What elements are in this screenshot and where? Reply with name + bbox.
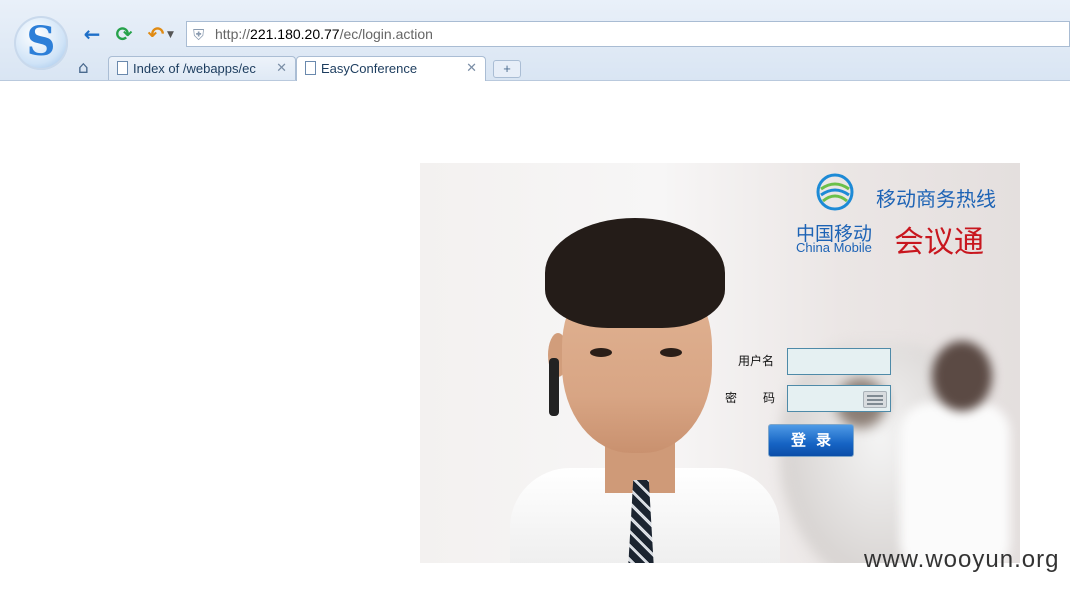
- chevron-down-icon[interactable]: ▼: [167, 30, 174, 40]
- login-button[interactable]: 登录: [768, 424, 854, 457]
- headset-icon: [549, 358, 559, 416]
- hotline-text: 移动商务热线: [876, 187, 996, 211]
- tab-index[interactable]: Index of /webapps/ec ✕: [108, 56, 296, 80]
- address-bar[interactable]: ⛨ http://221.180.20.77/ec/login.action: [186, 21, 1070, 47]
- url-path: /ec/login.action: [339, 26, 433, 42]
- page-icon: [117, 61, 128, 75]
- background-figure: [932, 341, 992, 411]
- photo-eye: [590, 348, 612, 357]
- keyboard-icon[interactable]: [863, 391, 887, 408]
- shield-icon: ⛨: [193, 26, 205, 44]
- url-scheme: http://: [215, 26, 251, 42]
- reload-icon[interactable]: ⟳: [112, 22, 136, 46]
- username-label: 用户名: [738, 354, 775, 368]
- close-icon[interactable]: ✕: [466, 60, 477, 76]
- brand-name-en: China Mobile: [796, 240, 872, 255]
- username-field[interactable]: [787, 348, 891, 375]
- close-icon[interactable]: ✕: [276, 60, 287, 76]
- login-banner: 移动商务热线 中国移动 China Mobile 会议通 用户名 密码 登录: [420, 163, 1020, 563]
- password-field[interactable]: [787, 385, 891, 412]
- photo-hair: [545, 218, 725, 328]
- browser-logo-icon[interactable]: S: [14, 16, 68, 70]
- tab-easyconference[interactable]: EasyConference ✕: [296, 56, 486, 81]
- browser-chrome: S ← ⟳ ↶ ▼ ⛨ http://221.180.20.77/ec/logi…: [0, 0, 1070, 81]
- tab-label: Index of /webapps/ec: [133, 61, 256, 76]
- background-figure: [900, 403, 1010, 563]
- tab-label: EasyConference: [321, 61, 418, 76]
- back-arrow-icon[interactable]: ←: [80, 22, 104, 46]
- watermark-text: www.wooyun.org: [864, 546, 1060, 573]
- new-tab-button[interactable]: +: [493, 60, 521, 78]
- page-icon: [305, 61, 316, 75]
- china-mobile-logo-icon: [816, 173, 854, 211]
- product-title: 会议通: [894, 225, 984, 260]
- undo-icon[interactable]: ↶: [144, 22, 168, 46]
- home-icon[interactable]: ⌂: [78, 58, 89, 78]
- photo-eye: [660, 348, 682, 357]
- url-text[interactable]: http://221.180.20.77/ec/login.action: [215, 26, 433, 42]
- url-host: 221.180.20.77: [250, 26, 340, 42]
